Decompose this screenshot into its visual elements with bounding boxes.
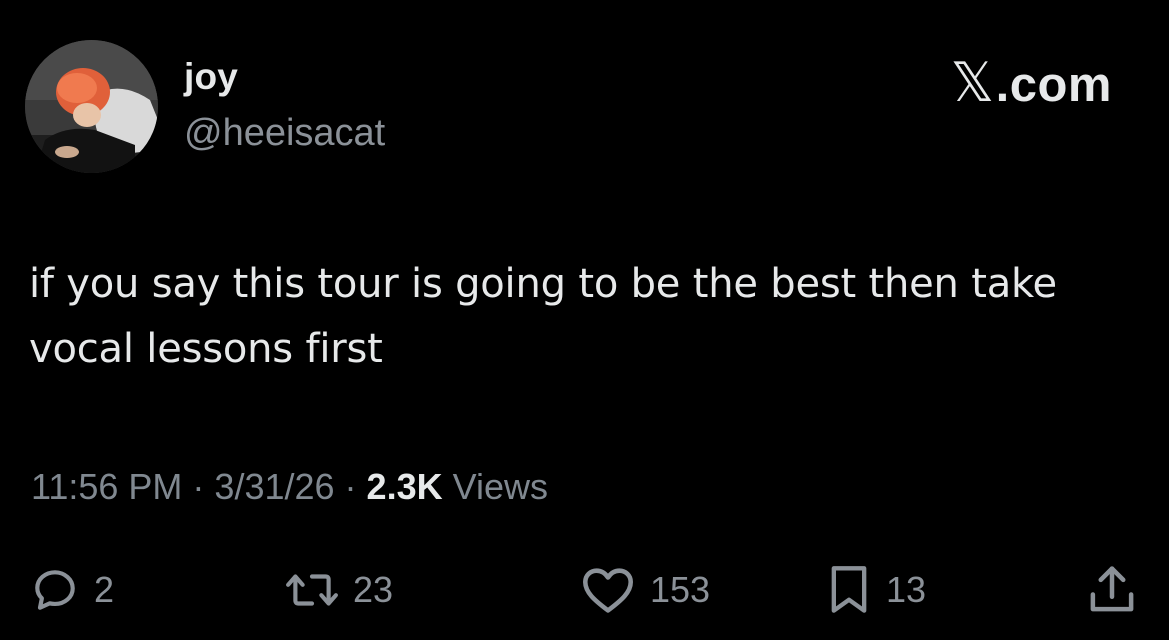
retweet-button[interactable]: 23 xyxy=(285,560,393,620)
reply-count: 2 xyxy=(94,569,115,610)
views-count: 2.3K xyxy=(366,466,443,507)
like-button[interactable]: 153 xyxy=(580,560,710,620)
tweet-time[interactable]: 11:56 PM xyxy=(31,466,182,507)
bookmark-button[interactable]: 13 xyxy=(826,560,926,620)
display-name[interactable]: joy xyxy=(184,58,238,95)
retweet-icon xyxy=(286,574,338,606)
retweet-count: 23 xyxy=(353,569,394,610)
bookmark-icon xyxy=(831,566,867,613)
x-logo-icon: 𝕏 xyxy=(950,51,995,114)
reply-button[interactable]: 2 xyxy=(30,560,114,620)
tweet-text: if you say this tour is going to be the … xyxy=(29,261,1057,372)
bookmark-count: 13 xyxy=(886,569,927,610)
tweet-date[interactable]: 3/31/26 xyxy=(214,466,334,507)
tweet-card: joy @heeisacat 𝕏 .com if you say this tou… xyxy=(0,0,1169,640)
share-icon xyxy=(1090,566,1134,612)
avatar-image xyxy=(25,40,158,173)
like-count: 153 xyxy=(650,569,711,610)
tweet-actions: 2 23 153 13 xyxy=(0,560,1169,620)
tweet-meta: 11:56 PM · 3/31/26 · 2.3K Views xyxy=(31,469,548,505)
views-label: Views xyxy=(452,466,548,507)
heart-icon xyxy=(583,568,633,613)
avatar[interactable] xyxy=(25,40,158,173)
reply-icon xyxy=(35,570,75,610)
user-handle[interactable]: @heeisacat xyxy=(184,114,385,152)
x-brand-logo: 𝕏 .com xyxy=(951,56,1112,110)
meta-separator: · xyxy=(192,466,205,507)
brand-suffix: .com xyxy=(995,58,1112,112)
share-button[interactable] xyxy=(1085,560,1139,620)
meta-separator: · xyxy=(344,466,357,507)
